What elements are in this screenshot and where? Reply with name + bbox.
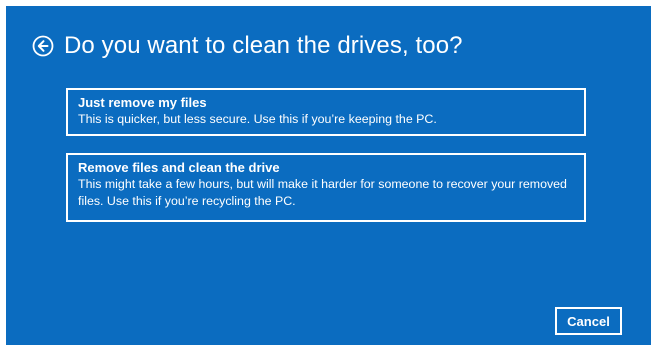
cancel-button[interactable]: Cancel	[555, 307, 622, 335]
dialog-header: Do you want to clean the drives, too?	[32, 32, 463, 60]
reset-dialog-panel: Do you want to clean the drives, too? Ju…	[6, 6, 651, 345]
option-remove-and-clean-drive[interactable]: Remove files and clean the drive This mi…	[66, 153, 586, 222]
option-description: This is quicker, but less secure. Use th…	[78, 112, 437, 126]
page-title: Do you want to clean the drives, too?	[64, 32, 463, 59]
option-description: This might take a few hours, but will ma…	[78, 177, 567, 208]
option-title: Remove files and clean the drive	[78, 160, 280, 175]
back-arrow-icon[interactable]	[32, 35, 54, 57]
option-title: Just remove my files	[78, 95, 207, 110]
option-just-remove-files[interactable]: Just remove my files This is quicker, bu…	[66, 88, 586, 136]
